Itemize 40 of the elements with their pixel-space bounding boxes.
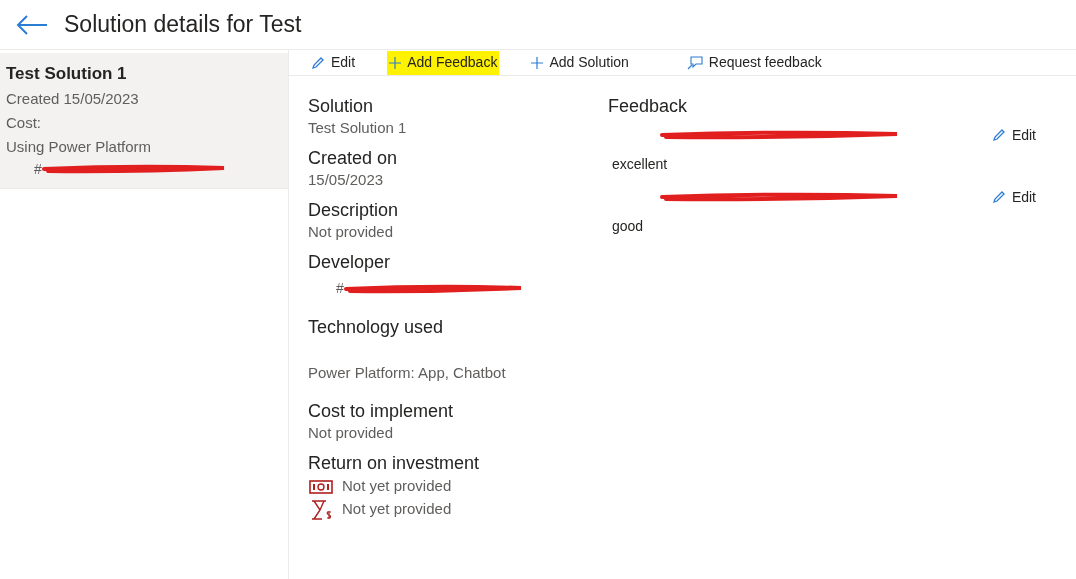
pencil-icon [991,190,1006,204]
section-heading: Created on [308,147,399,170]
field-value: Not yet provided [342,499,452,520]
section-heading: Solution [308,95,375,118]
plus-icon [389,56,402,69]
section-heading: Developer [308,251,392,274]
field-value: 15/05/2023 [308,170,385,190]
field-value: Not yet provided [342,476,452,497]
edit-feedback-button[interactable]: Edit [991,124,1036,146]
field-value: Not provided [308,423,395,443]
chat-icon [686,55,703,70]
section-heading: Feedback [608,95,689,118]
page-title: Solution details for Test [64,10,302,40]
section-heading: Cost to implement [308,400,455,423]
feedback-comment: good [611,217,645,236]
hourglass-icon [310,499,332,520]
toolbar-button[interactable]: Edit [309,50,358,75]
section-heading: Description [308,199,400,222]
field-value: Test Solution 1 [308,118,408,138]
developer-prefix: # [336,279,344,298]
pencil-icon [311,55,325,70]
field-value: Power Platform: App, Chatbot [308,363,507,383]
back-arrow-icon[interactable] [16,14,48,35]
pencil-icon [991,128,1006,142]
technology-text: Using Power Platform [6,136,153,157]
feedback-comment: excellent [611,155,669,174]
cost-label: Cost: [6,112,42,133]
section-heading: Technology used [308,316,445,339]
toolbar-button[interactable]: Request feedback [684,50,824,75]
section-heading: Return on investment [308,452,481,475]
created-date: Created 15/05/2023 [6,88,140,109]
field-value: Not provided [308,222,395,242]
banknote-icon [309,478,333,495]
toolbar-button[interactable]: Add Feedback [387,50,500,75]
edit-feedback-button[interactable]: Edit [991,186,1036,208]
plus-icon [531,56,544,69]
toolbar-button[interactable]: Add Solution [529,50,631,75]
solution-card[interactable]: Test Solution 1 Created 15/05/2023 Cost: Using Power Platform # [0,53,288,189]
developer-prefix: # [34,159,42,179]
solution-title: Test Solution 1 [6,63,128,85]
